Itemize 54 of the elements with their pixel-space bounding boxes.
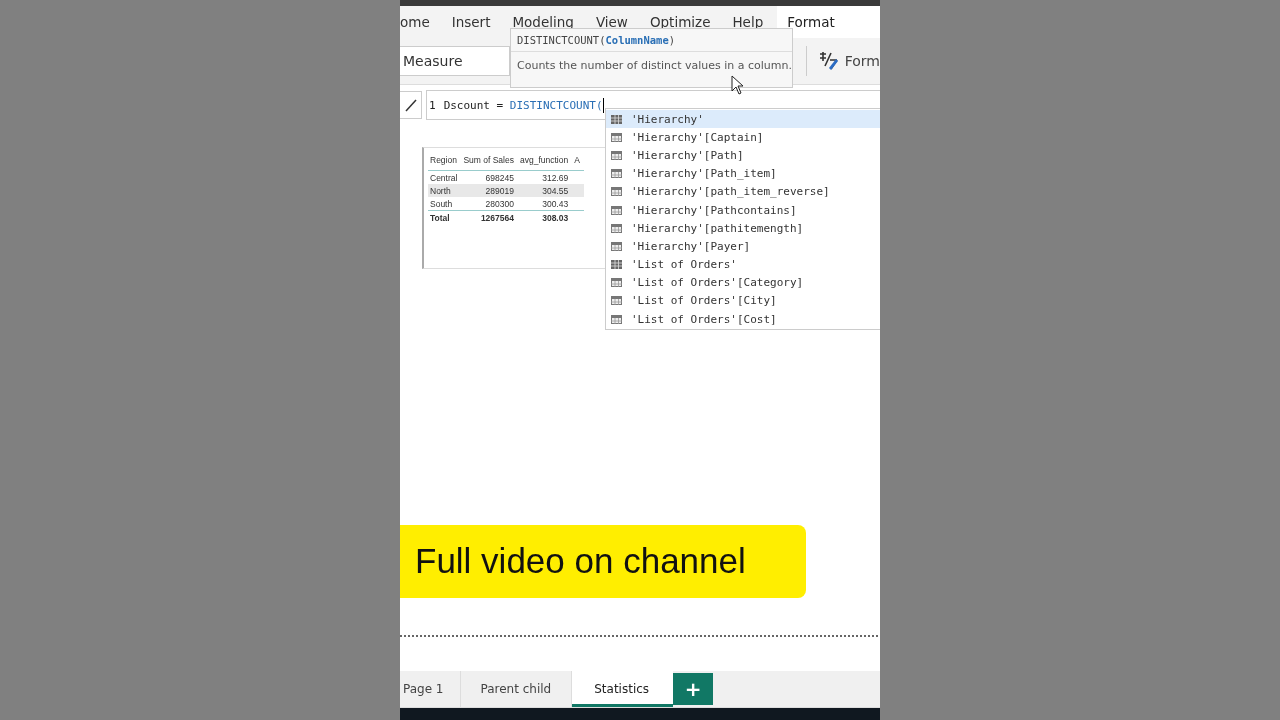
autocomplete-item[interactable]: 'Hierarchy'[Captain] — [606, 128, 880, 147]
formula-text: Dscount = DISTINCTCOUNT( — [443, 98, 603, 112]
table-column-icon — [611, 150, 622, 160]
table-cell: 304.55 — [517, 184, 573, 197]
page-tab[interactable]: Page 1 — [400, 671, 461, 707]
total-cell: 308.03 — [517, 210, 573, 224]
autocomplete-item[interactable]: 'Hierarchy'[Path_item] — [606, 164, 880, 183]
table-cell: South — [428, 197, 462, 211]
line-number: 1 — [429, 98, 436, 112]
table-cell: 312.69 — [517, 170, 573, 184]
table-cell: 300.43 — [517, 197, 573, 211]
table-column-icon — [611, 223, 622, 233]
autocomplete-item[interactable]: 'Hierarchy'[pathitemength] — [606, 219, 880, 238]
table-cell: 289019 — [461, 184, 518, 197]
autocomplete-item[interactable]: 'Hierarchy'[Payer] — [606, 237, 880, 256]
autocomplete-item[interactable]: 'Hierarchy'[Path] — [606, 146, 880, 165]
table-cell: 698245 — [461, 170, 518, 184]
table-icon — [611, 114, 622, 124]
add-page-button[interactable]: + — [673, 673, 714, 705]
table-column-icon — [611, 187, 622, 197]
column-header: avg_function — [517, 152, 573, 171]
table-column-icon — [611, 278, 622, 288]
total-cell: Total — [428, 210, 462, 224]
function-signature: DISTINCTCOUNT(ColumnName) — [511, 29, 792, 52]
autocomplete-item[interactable]: 'Hierarchy'[Pathcontains] — [606, 200, 880, 220]
commit-check-icon[interactable] — [403, 98, 418, 112]
measure-name-field[interactable]: Measure — [400, 46, 510, 76]
format-button[interactable]: Form — [814, 50, 880, 72]
column-header: A — [572, 152, 584, 171]
page-tab[interactable]: Statistics — [572, 671, 674, 707]
autocomplete-item[interactable]: 'List of Orders'[City] — [606, 291, 880, 311]
table-column-icon — [611, 241, 622, 251]
ribbon-tab[interactable]: Insert — [451, 6, 491, 38]
total-cell: 1267564 — [461, 210, 518, 224]
autocomplete-item[interactable]: 'List of Orders'[Cost] — [606, 310, 880, 329]
table-column-icon — [611, 132, 622, 142]
function-description: Counts the number of distinct values in a column. — [516, 58, 792, 74]
column-header: Sum of Sales — [461, 152, 518, 171]
column-header: Region — [428, 152, 462, 171]
table-cell: Central — [428, 170, 462, 184]
table-icon — [611, 260, 622, 270]
table-cell: North — [428, 184, 462, 197]
autocomplete-item[interactable]: 'Hierarchy' — [606, 110, 880, 129]
table-column-icon — [611, 314, 622, 324]
ribbon-tab[interactable]: ome — [400, 6, 430, 38]
table-column-icon — [611, 296, 622, 306]
autocomplete-item[interactable]: 'List of Orders' — [606, 255, 880, 274]
table-column-icon — [611, 205, 622, 215]
video-banner: Full video on channel — [400, 525, 806, 598]
ribbon-tab[interactable]: Format — [777, 6, 880, 38]
autocomplete-item[interactable]: 'List of Orders'[Category] — [606, 273, 880, 292]
autocomplete-item[interactable]: 'Hierarchy'[path_item_reverse] — [606, 182, 880, 201]
table-column-icon — [611, 169, 622, 179]
table-cell: 280300 — [461, 197, 518, 211]
